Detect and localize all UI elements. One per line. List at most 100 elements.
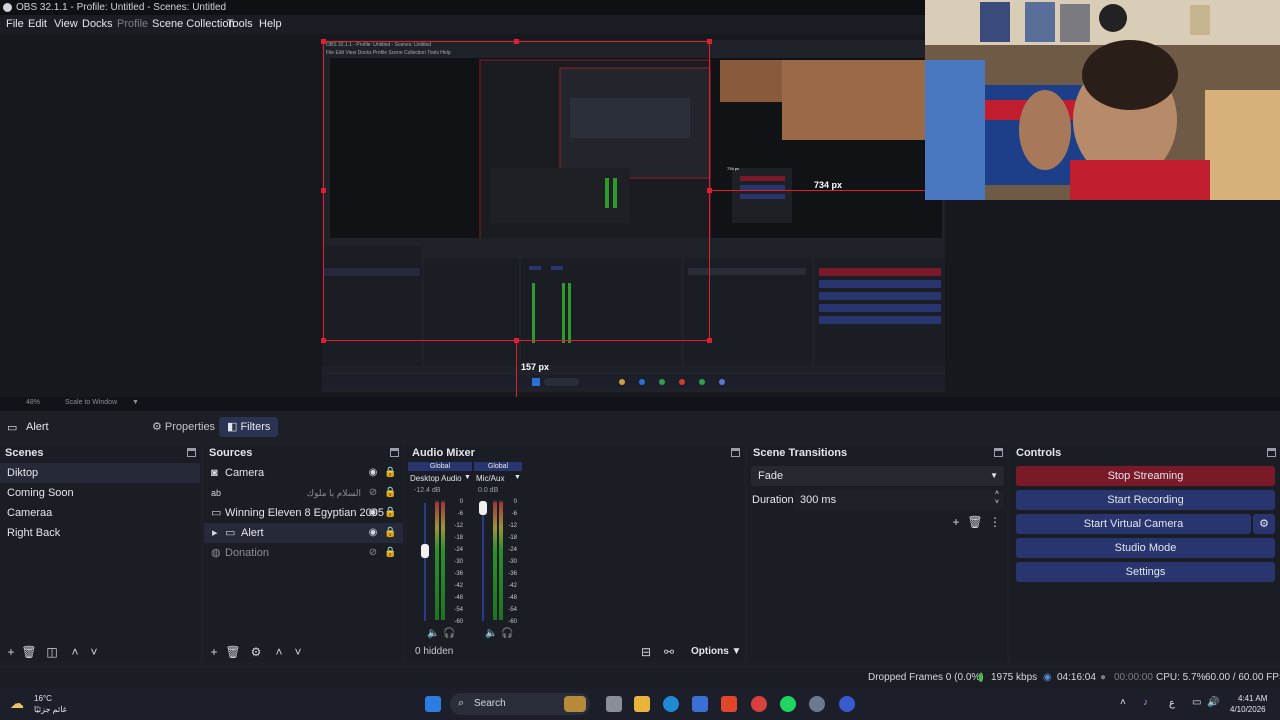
scale-mode-select[interactable]: Scale to Window (65, 399, 117, 406)
source-selection-box[interactable] (323, 41, 710, 341)
obs-icon[interactable] (839, 696, 855, 712)
desktop-volume-slider-handle[interactable] (421, 544, 429, 558)
undock-icon[interactable] (390, 448, 399, 457)
mic-headphone-monitor-icon[interactable]: 🎧 (501, 628, 513, 639)
menu-profile[interactable]: Profile (117, 18, 148, 30)
undock-icon[interactable] (731, 448, 740, 457)
edge-icon[interactable] (663, 696, 679, 712)
chrome-icon[interactable] (751, 696, 767, 712)
undock-icon[interactable] (1267, 448, 1276, 457)
file-explorer-icon[interactable] (634, 696, 650, 712)
eye-icon[interactable]: ◉ (367, 527, 379, 539)
filters-button[interactable]: ◧ Filters (219, 417, 279, 437)
link-icon[interactable]: ⚯ (661, 644, 677, 660)
lock-icon[interactable]: 🔒 (384, 507, 396, 519)
resize-handle-bl[interactable] (321, 338, 326, 343)
settings-icon[interactable] (809, 696, 825, 712)
trash-icon[interactable]: 🗑 (967, 514, 983, 530)
resize-handle-tl[interactable] (321, 39, 326, 44)
scene-item[interactable]: Cameraa (0, 503, 200, 523)
mic-volume-track[interactable] (482, 503, 484, 621)
menu-file[interactable]: File (6, 18, 24, 30)
mic-volume-slider-handle[interactable] (479, 501, 487, 515)
source-item[interactable]: ◍ Donation ⊘ 🔒 (204, 543, 403, 563)
settings-button[interactable]: Settings (1016, 562, 1275, 582)
expand-arrow-icon[interactable]: ▸ (212, 527, 224, 539)
start-virtual-camera-button[interactable]: Start Virtual Camera (1016, 514, 1251, 534)
spin-down-icon[interactable]: ˅ (995, 499, 999, 506)
lock-icon[interactable]: 🔒 (384, 487, 396, 499)
clock-time[interactable]: 4:41 AM (1238, 694, 1267, 703)
scene-item[interactable]: Right Back (0, 523, 200, 543)
menu-tools[interactable]: Tools (227, 18, 253, 30)
eye-hidden-icon[interactable]: ⊘ (367, 487, 379, 499)
volume-icon[interactable]: 🔊 (1207, 697, 1219, 708)
undock-icon[interactable] (994, 448, 1003, 457)
spin-up-icon[interactable]: ˄ (995, 490, 999, 497)
transition-select[interactable]: Fade ▼ (751, 466, 1004, 486)
lock-icon[interactable]: 🔒 (384, 547, 396, 559)
windows-start-icon[interactable] (425, 696, 441, 712)
source-item[interactable]: ◙ Camera ◉ 🔒 (204, 463, 403, 483)
mic-mute-speaker-icon[interactable]: 🔈 (485, 628, 497, 639)
source-item-selected[interactable]: ▸ ▭ Alert ◉ 🔒 (204, 523, 403, 543)
trash-icon[interactable]: 🗑 (225, 644, 241, 660)
properties-button[interactable]: ⚙ Properties (144, 417, 223, 437)
menu-scene-collection[interactable]: Scene Collection (152, 18, 235, 30)
menu-help[interactable]: Help (259, 18, 282, 30)
studio-mode-button[interactable]: Studio Mode (1016, 538, 1275, 558)
trash-icon[interactable]: 🗑 (21, 644, 37, 660)
filters-icon[interactable]: ◫ (44, 644, 60, 660)
weather-desc[interactable]: غائم جزئيًا (34, 705, 67, 714)
scene-item[interactable]: Diktop (0, 463, 200, 483)
resize-handle-br[interactable] (707, 338, 712, 343)
network-icon[interactable]: ▭ (1192, 697, 1201, 708)
move-up-icon[interactable]: ˄ (67, 644, 83, 660)
mic-aux-menu-icon[interactable]: ▼ (514, 474, 521, 481)
add-transition-icon[interactable]: + (948, 514, 964, 530)
desktop-audio-menu-icon[interactable]: ▼ (464, 474, 471, 481)
move-down-icon[interactable]: ˅ (290, 644, 306, 660)
undock-icon[interactable] (187, 448, 196, 457)
mic-tray-icon[interactable]: ♪ (1143, 697, 1148, 708)
mic-aux-name[interactable]: Mic/Aux (476, 474, 504, 483)
source-item[interactable]: ab السلام يا ملوك ⊘ 🔒 (204, 483, 403, 503)
desktop-headphone-monitor-icon[interactable]: 🎧 (443, 628, 455, 639)
resize-handle-l[interactable] (321, 188, 326, 193)
menu-edit[interactable]: Edit (28, 18, 47, 30)
scale-mode-chevron-icon[interactable]: ▼ (132, 399, 139, 406)
weather-icon[interactable]: ☁ (10, 695, 24, 712)
gear-icon[interactable]: ⚙ (248, 644, 264, 660)
task-view-icon[interactable] (606, 696, 622, 712)
desktop-audio-name[interactable]: Desktop Audio (410, 474, 462, 483)
store-icon[interactable] (692, 696, 708, 712)
move-down-icon[interactable]: ˅ (86, 644, 102, 660)
source-item[interactable]: ▭ Winning Eleven 8 Egyptian 2005 ◉ 🔒 (204, 503, 403, 523)
menu-docks[interactable]: Docks (82, 18, 113, 30)
stop-streaming-button[interactable]: Stop Streaming (1016, 466, 1275, 486)
scene-item[interactable]: Coming Soon (0, 483, 200, 503)
resize-handle-tr[interactable] (707, 39, 712, 44)
mixer-options-button[interactable]: Options ▼ (691, 646, 741, 657)
language-indicator[interactable]: ع (1169, 698, 1175, 709)
layout-toggle-icon[interactable]: ⊟ (638, 644, 654, 660)
menu-view[interactable]: View (54, 18, 78, 30)
duration-spinbox[interactable]: 300 ms ˄ ˅ (795, 490, 1004, 510)
virtual-camera-settings-button[interactable]: ⚙ (1253, 514, 1275, 534)
eye-hidden-icon[interactable]: ⊘ (367, 547, 379, 559)
start-recording-button[interactable]: Start Recording (1016, 490, 1275, 510)
lock-icon[interactable]: 🔒 (384, 527, 396, 539)
zoom-level[interactable]: 48% (26, 399, 40, 406)
more-vertical-icon[interactable]: ⋮ (987, 514, 1003, 530)
eye-icon[interactable]: ◉ (367, 467, 379, 479)
lock-icon[interactable]: 🔒 (384, 467, 396, 479)
taskbar-search[interactable]: ⌕ Search (450, 693, 590, 715)
clock-date[interactable]: 4/10/2026 (1230, 705, 1266, 714)
move-up-icon[interactable]: ˄ (271, 644, 287, 660)
eye-icon[interactable]: ◉ (367, 507, 379, 519)
resize-handle-t[interactable] (514, 39, 519, 44)
add-icon[interactable]: + (3, 644, 19, 660)
brave-icon[interactable] (721, 696, 737, 712)
desktop-mute-speaker-icon[interactable]: 🔈 (427, 628, 439, 639)
add-icon[interactable]: + (206, 644, 222, 660)
